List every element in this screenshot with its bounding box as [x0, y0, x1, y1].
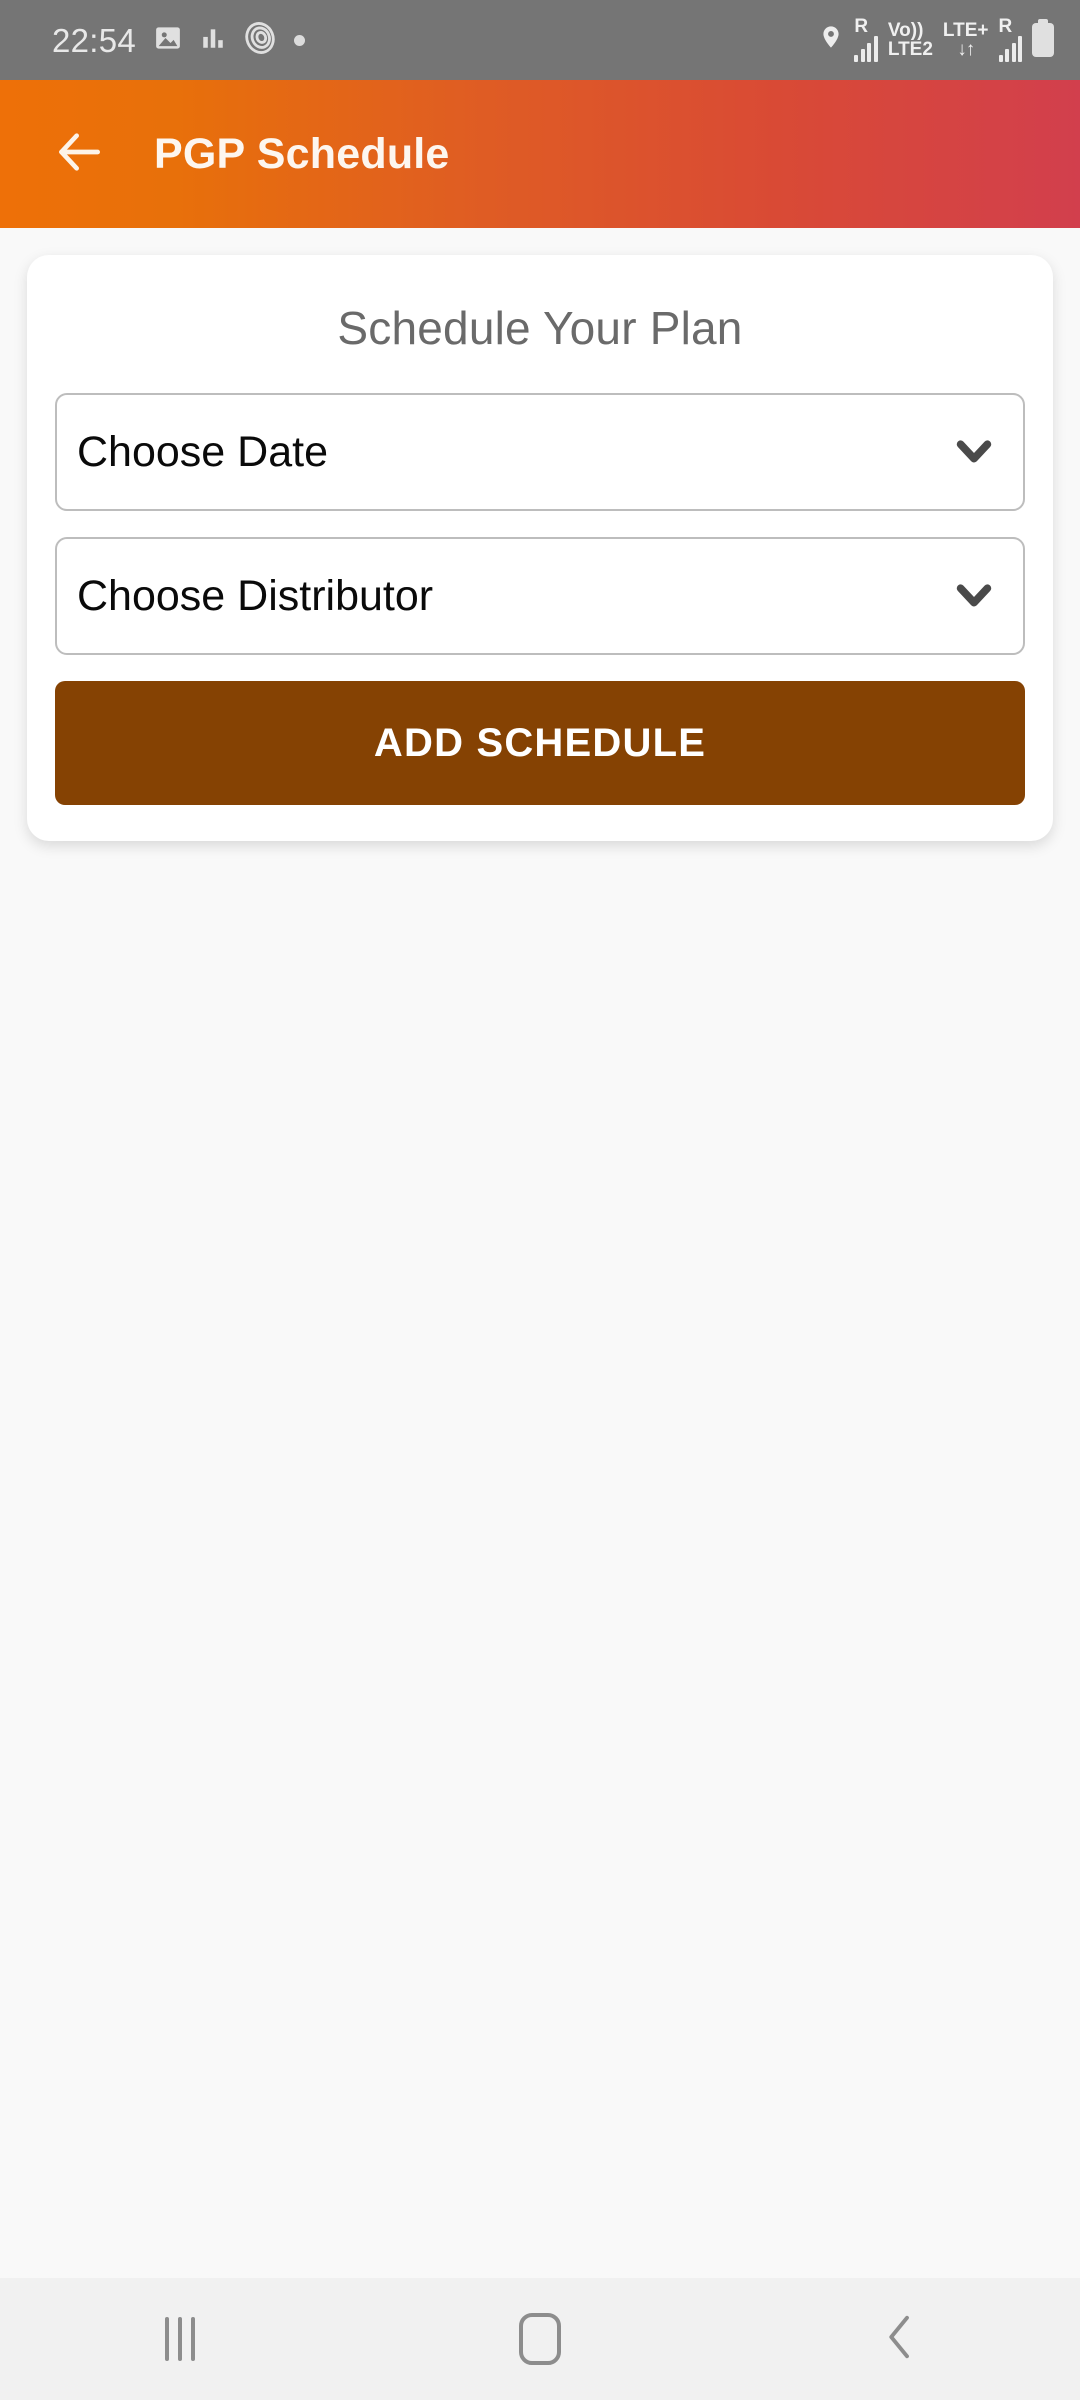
data-arrows-icon: LTE+ ↓↑ — [942, 19, 989, 60]
bar-chart-icon — [200, 24, 226, 57]
home-icon — [519, 2313, 561, 2365]
arrow-left-icon — [51, 124, 107, 185]
status-bar: 22:54 R Vo)) LTE2 LTE+ ↓↑ R — [0, 0, 1080, 80]
volte-icon: Vo)) LTE2 — [887, 19, 933, 60]
status-bar-left: 22:54 — [52, 21, 306, 60]
dot-indicator-icon — [294, 34, 306, 46]
nav-recents-button[interactable] — [90, 2278, 270, 2400]
status-bar-clock: 22:54 — [52, 21, 137, 59]
phone-screen: 22:54 R Vo)) LTE2 LTE+ ↓↑ R PGP Schedule… — [0, 0, 1080, 2400]
back-button[interactable] — [48, 123, 110, 185]
status-bar-right: R Vo)) LTE2 LTE+ ↓↑ R — [818, 15, 1054, 63]
sim1-roaming-label: R — [854, 15, 869, 37]
signal-bars-sim1 — [854, 36, 878, 63]
recents-icon — [165, 2317, 195, 2361]
signal-sim2-icon: R — [998, 15, 1022, 63]
schedule-card: Schedule Your Plan Choose Date Choose Di… — [27, 255, 1053, 841]
image-icon — [153, 23, 183, 58]
nav-home-button[interactable] — [450, 2278, 630, 2400]
signal-sim1-icon: R — [854, 15, 878, 63]
choose-distributor-select[interactable]: Choose Distributor — [55, 537, 1025, 655]
chevron-down-icon — [951, 571, 997, 622]
add-schedule-button[interactable]: ADD SCHEDULE — [55, 681, 1025, 805]
lte-plus-label: LTE+ — [942, 19, 989, 41]
battery-icon — [1032, 18, 1054, 57]
choose-date-label: Choose Date — [77, 427, 328, 476]
nav-back-button[interactable] — [810, 2278, 990, 2400]
android-nav-bar — [0, 2278, 1080, 2400]
data-transfer-arrows: ↓↑ — [957, 38, 975, 60]
spiral-icon — [243, 21, 277, 60]
card-title: Schedule Your Plan — [337, 302, 743, 354]
choose-distributor-label: Choose Distributor — [77, 571, 434, 620]
app-bar: PGP Schedule — [0, 80, 1080, 228]
page-title: PGP Schedule — [154, 129, 450, 178]
choose-date-select[interactable]: Choose Date — [55, 393, 1025, 511]
lte2-label: LTE2 — [887, 38, 933, 60]
chevron-left-icon — [879, 2310, 921, 2369]
location-icon — [818, 21, 844, 58]
signal-bars-sim2 — [998, 36, 1022, 63]
chevron-down-icon — [951, 427, 997, 478]
sim2-roaming-label: R — [998, 15, 1013, 37]
volte-label: Vo)) — [887, 19, 924, 41]
